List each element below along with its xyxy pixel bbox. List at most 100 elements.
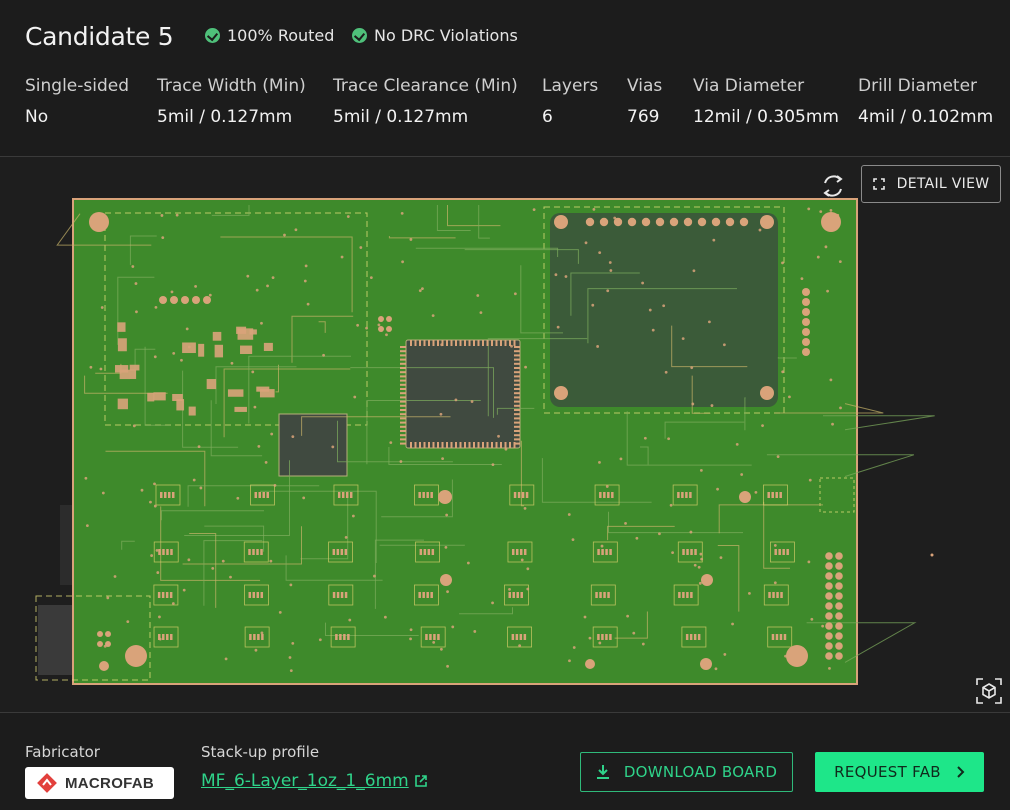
smd-pad [601, 549, 604, 555]
via [377, 323, 381, 327]
via [808, 478, 812, 482]
smd-pad [774, 549, 777, 555]
header-pad [181, 296, 189, 304]
header-pad [159, 296, 167, 304]
via [731, 622, 734, 626]
via [441, 457, 445, 461]
header-pad [825, 592, 833, 600]
spec-vias: Vias 769 [627, 76, 662, 127]
via [781, 370, 785, 374]
routed-badge-label: 100% Routed [227, 26, 335, 45]
via [826, 289, 829, 293]
via [723, 653, 727, 656]
via [356, 323, 360, 327]
smd-pad [214, 344, 224, 358]
check-circle-icon [352, 28, 367, 43]
via [150, 554, 154, 557]
smd-pad [167, 492, 171, 498]
via [182, 588, 186, 592]
via [641, 642, 645, 646]
3d-cube-icon[interactable] [976, 678, 1002, 704]
via [829, 378, 833, 382]
via [810, 617, 814, 621]
header-pad [835, 592, 843, 600]
routed-badge: 100% Routed [205, 26, 334, 45]
smd-pad [682, 592, 685, 598]
stray-via [930, 553, 934, 557]
smd-pad [427, 549, 431, 555]
board-viewer[interactable]: DETAIL VIEW [0, 157, 1010, 712]
smd-pad [779, 634, 783, 640]
ic-pin [400, 409, 406, 411]
smd-pad [344, 549, 348, 555]
ic-pin [400, 367, 406, 369]
via [439, 412, 443, 416]
header-pad [802, 328, 810, 336]
via [236, 496, 240, 500]
smd-pad [169, 592, 173, 598]
smd-pad [601, 634, 604, 640]
via [126, 620, 130, 624]
via [185, 327, 189, 331]
smd-pad [170, 634, 173, 640]
header-pad [170, 296, 178, 304]
detail-view-button[interactable]: DETAIL VIEW [861, 165, 1001, 203]
ic-pin [514, 434, 520, 437]
smd-pad [266, 492, 269, 498]
ic-pin [486, 340, 489, 346]
mounting-hole [585, 659, 595, 669]
smd-pad [263, 342, 273, 351]
ic-pin [514, 430, 520, 432]
smd-pad [343, 634, 346, 640]
request-fab-button[interactable]: REQUEST FAB [815, 752, 984, 792]
smd-pad [677, 492, 680, 498]
smd-pad [422, 592, 425, 598]
header-pad [655, 217, 665, 227]
via [632, 631, 636, 635]
smd-pad [254, 492, 257, 498]
stackup-profile-link[interactable]: MF_6-Layer_1oz_1_6mm [201, 771, 428, 791]
download-board-button[interactable]: DOWNLOAD BOARD [580, 752, 793, 792]
spec-label: Single-sided [25, 76, 130, 96]
ic-pin [514, 442, 520, 445]
via [692, 269, 696, 273]
header-pad [105, 631, 111, 637]
rotate-icon[interactable] [819, 172, 847, 200]
smd-pad [775, 634, 779, 640]
via [605, 485, 609, 488]
request-fab-label: REQUEST FAB [834, 763, 941, 781]
via [266, 284, 269, 288]
via [556, 325, 560, 329]
spec-label: Vias [627, 76, 663, 96]
smd-pad [249, 634, 252, 640]
via [816, 255, 820, 259]
via [699, 552, 703, 556]
via [153, 355, 157, 359]
smd-pad [519, 634, 523, 640]
ic-pin [400, 358, 406, 361]
ic-pin [432, 442, 435, 448]
mounting-hole [701, 574, 713, 586]
spec-trace-width: Trace Width (Min) 5mil / 0.127mm [157, 76, 306, 127]
header-pad [835, 552, 843, 560]
via [598, 251, 602, 255]
pcb-render[interactable] [0, 157, 1010, 712]
via [291, 435, 295, 438]
via [278, 610, 282, 614]
ic-pin [473, 340, 475, 346]
spec-label: Layers [542, 76, 599, 96]
header-pad [378, 316, 384, 322]
header-pad [802, 298, 810, 306]
ic-pin [400, 434, 406, 437]
via [346, 215, 350, 218]
header-pad [802, 288, 810, 296]
smd-pad [340, 592, 344, 598]
spec-via-diameter: Via Diameter 12mil / 0.305mm [693, 76, 839, 127]
via [807, 560, 811, 564]
smd-pad [252, 549, 255, 555]
ic-pin [514, 358, 520, 361]
header-pad [802, 348, 810, 356]
ic-pin [400, 413, 406, 416]
via [351, 514, 355, 518]
smd-pad [418, 592, 421, 598]
